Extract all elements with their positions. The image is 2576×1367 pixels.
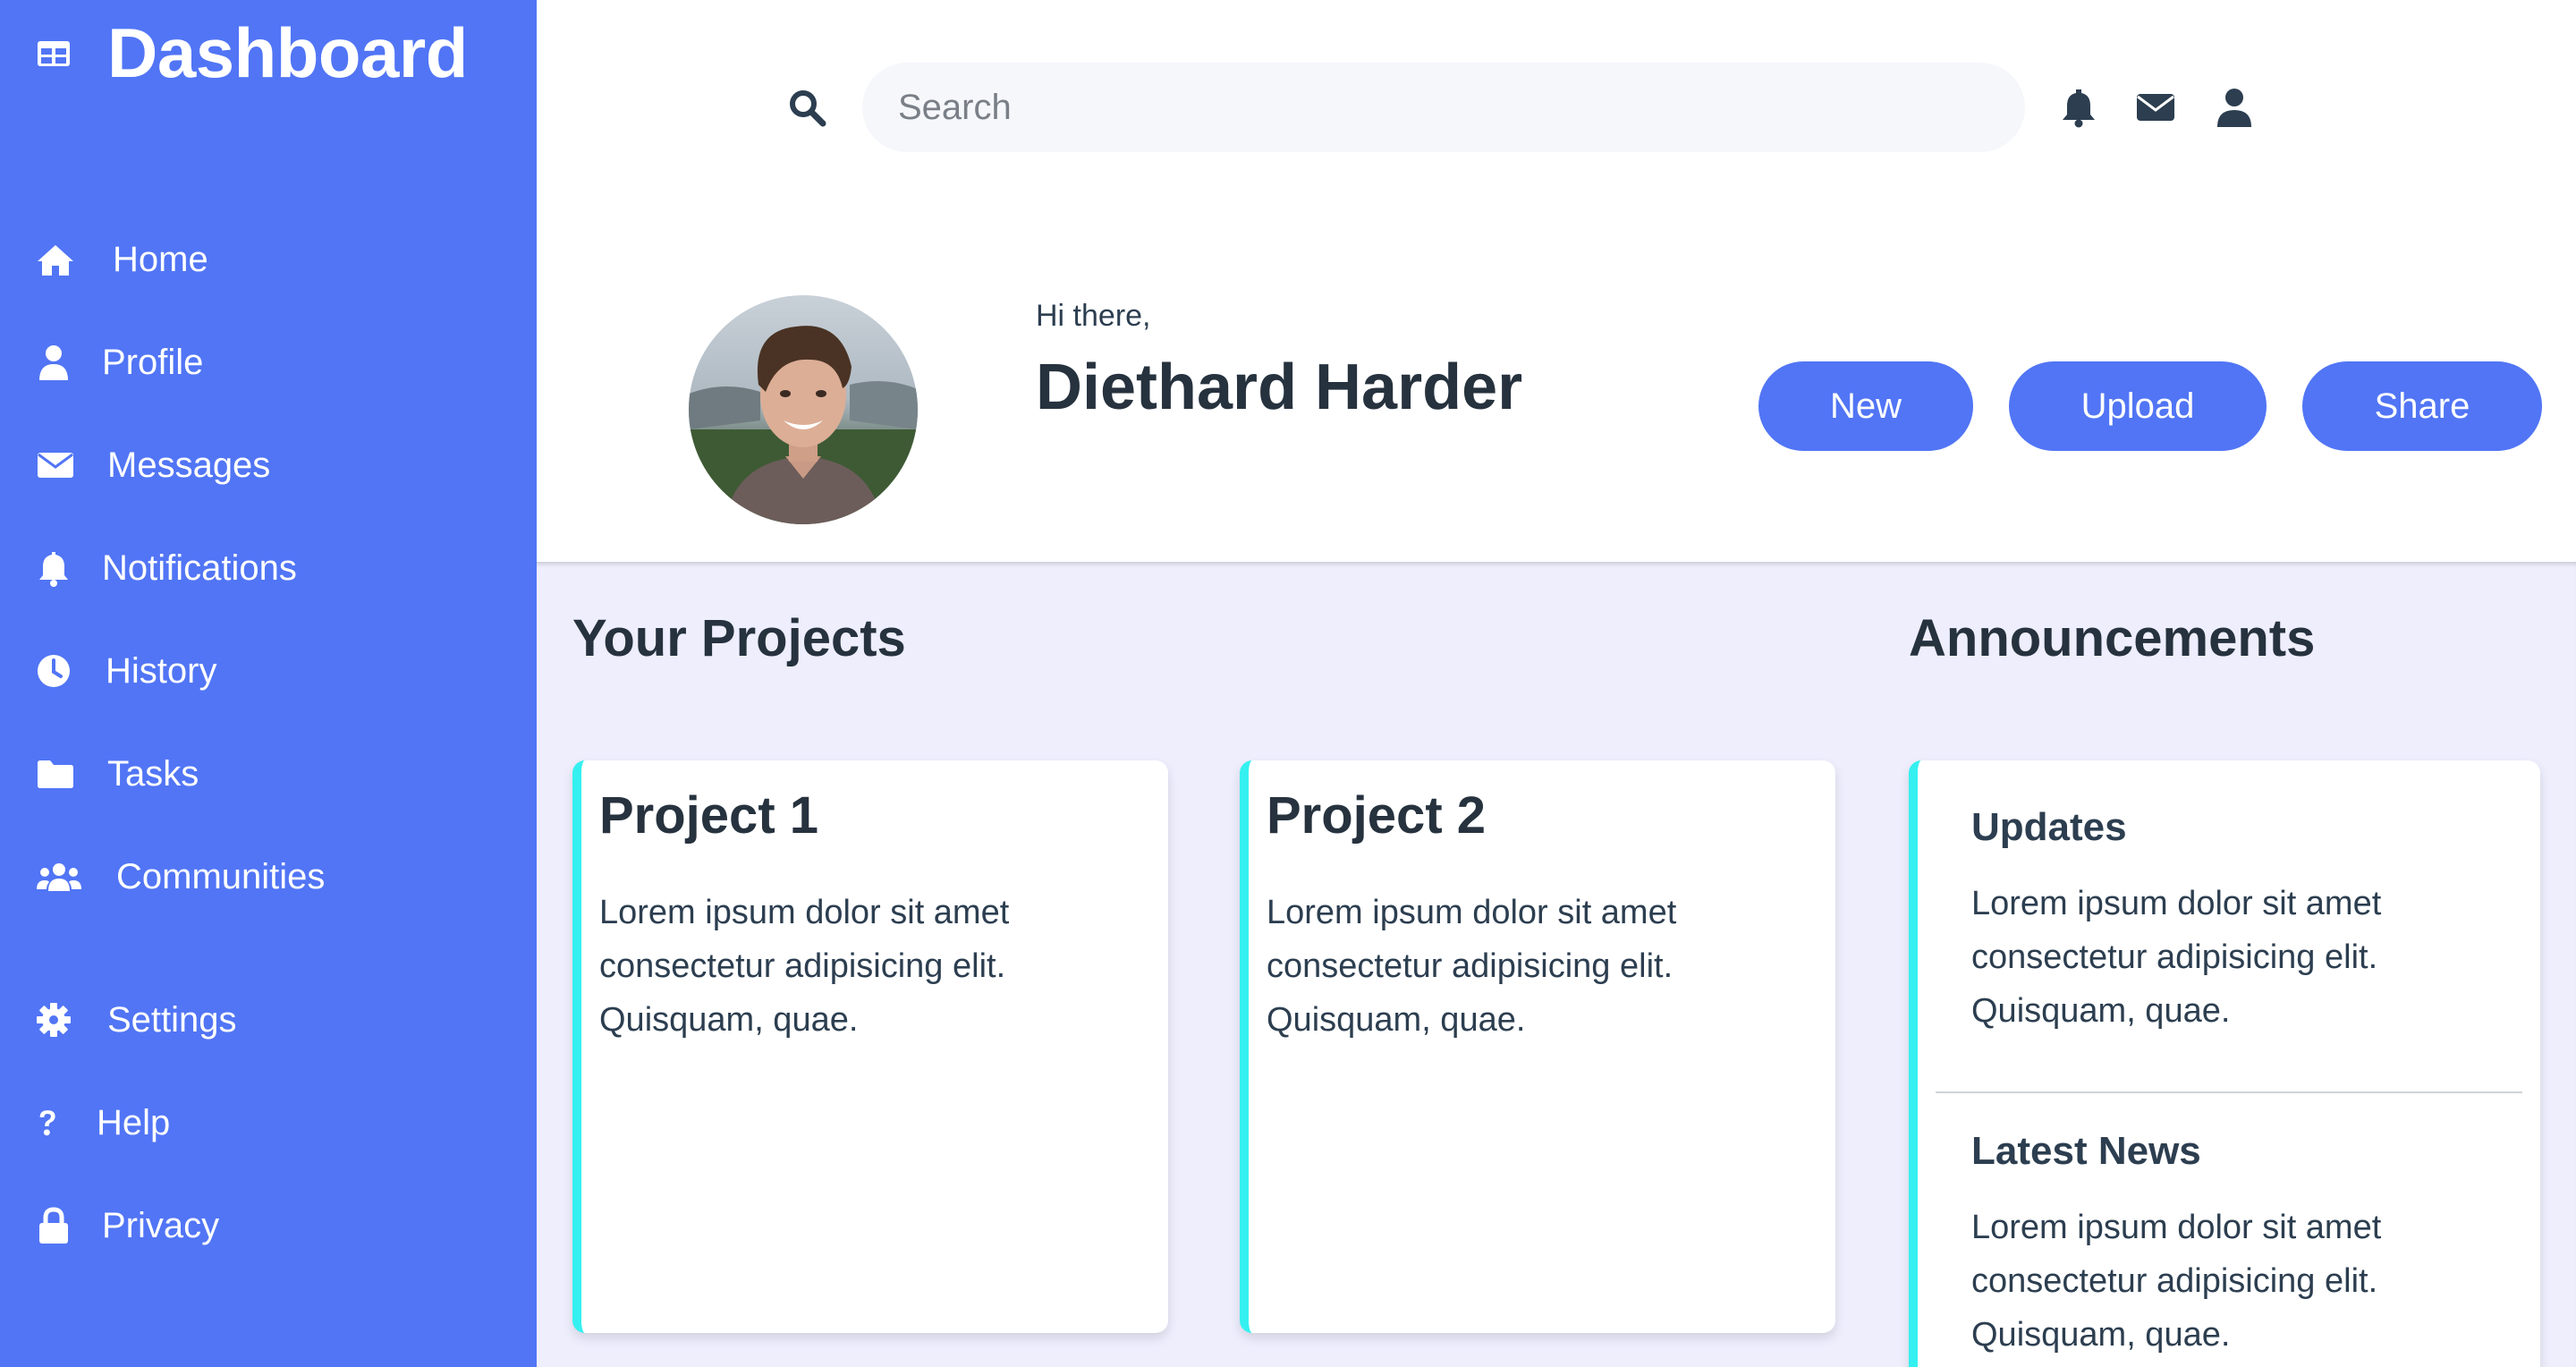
bell-icon[interactable]	[2057, 86, 2100, 129]
brand[interactable]: Dashboard	[36, 13, 468, 94]
announcement-title: Updates	[1971, 805, 2127, 849]
sidebar-item-label: Messages	[107, 445, 271, 485]
sidebar-item-label: Profile	[102, 342, 204, 382]
sidebar-item-messages[interactable]: Messages	[36, 438, 270, 492]
sidebar-item-label: Home	[113, 239, 208, 279]
gear-icon	[37, 1003, 71, 1037]
announcement-text: Lorem ipsum dolor sit amet consectetur a…	[1971, 1209, 2382, 1354]
sidebar-item-label: Help	[97, 1102, 171, 1142]
bell-icon	[39, 552, 68, 587]
envelope-icon	[38, 453, 73, 478]
main-content: Your Projects Announcements Project 1 Lo…	[537, 562, 2576, 1367]
sidebar-item-label: History	[106, 650, 217, 691]
sidebar-item-notifications[interactable]: Notifications	[36, 541, 297, 595]
sidebar-item-label: Tasks	[107, 753, 199, 794]
project-card[interactable]: Project 1 Lorem ipsum dolor sit amet con…	[572, 760, 1168, 1333]
sidebar-item-label: Settings	[107, 999, 237, 1040]
sidebar-item-home[interactable]: Home	[36, 233, 208, 286]
new-button[interactable]: New	[1758, 361, 1973, 451]
sidebar: Dashboard Home Profile Messages Notifica…	[0, 0, 537, 1367]
clock-icon	[38, 655, 70, 687]
lock-icon	[39, 1207, 68, 1244]
sidebar-item-communities[interactable]: Communities	[36, 850, 325, 904]
announcement-divider	[1936, 1091, 2522, 1093]
home-icon	[38, 245, 73, 276]
user-name: Diethard Harder	[1036, 352, 1523, 423]
avatar-photo	[689, 295, 918, 524]
project-title: Project 2	[1267, 786, 1486, 845]
announcements-title: Announcements	[1909, 609, 2316, 667]
sidebar-item-label: Notifications	[102, 548, 297, 588]
search-input[interactable]	[862, 63, 2025, 152]
avatar	[689, 295, 918, 524]
project-card[interactable]: Project 2 Lorem ipsum dolor sit amet con…	[1240, 760, 1835, 1333]
user-icon	[39, 345, 68, 380]
upload-button[interactable]: Upload	[2009, 361, 2267, 451]
users-icon	[37, 863, 81, 891]
folder-icon	[38, 760, 73, 788]
envelope-icon[interactable]	[2134, 86, 2177, 129]
sidebar-item-help[interactable]: Help	[36, 1096, 170, 1150]
sidebar-item-privacy[interactable]: Privacy	[36, 1199, 219, 1252]
sidebar-item-profile[interactable]: Profile	[36, 335, 203, 389]
search-icon[interactable]	[787, 88, 826, 127]
user-icon[interactable]	[2213, 86, 2256, 129]
share-button[interactable]: Share	[2302, 361, 2542, 451]
project-title: Project 1	[599, 786, 818, 845]
announcement-text: Lorem ipsum dolor sit amet consectetur a…	[1971, 885, 2382, 1030]
project-description: Lorem ipsum dolor sit amet consectetur a…	[1267, 894, 1677, 1039]
question-icon	[39, 1110, 55, 1136]
sidebar-item-tasks[interactable]: Tasks	[36, 747, 199, 801]
sidebar-item-label: Privacy	[102, 1205, 220, 1245]
announcement-title: Latest News	[1971, 1129, 2201, 1173]
brand-title: Dashboard	[107, 13, 468, 92]
sidebar-item-label: Communities	[116, 856, 326, 896]
sidebar-item-settings[interactable]: Settings	[36, 993, 237, 1047]
projects-title: Your Projects	[572, 609, 906, 667]
greeting: Hi there,	[1036, 299, 1151, 333]
announcements-card: Updates Lorem ipsum dolor sit amet conse…	[1909, 760, 2540, 1367]
sidebar-item-history[interactable]: History	[36, 644, 216, 698]
table-icon	[38, 40, 70, 66]
project-description: Lorem ipsum dolor sit amet consectetur a…	[599, 894, 1010, 1039]
